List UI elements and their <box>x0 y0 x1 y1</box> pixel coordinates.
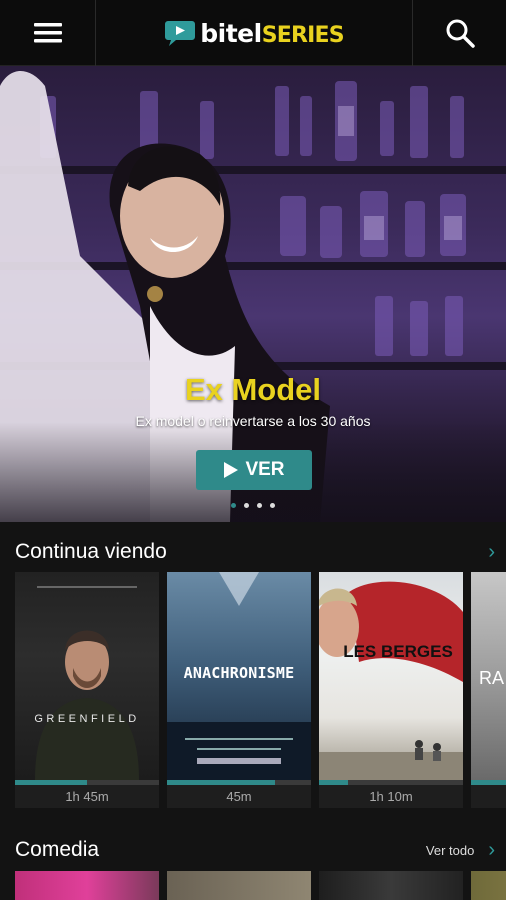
content-card[interactable]: GREENFIELD 1h 45m <box>15 572 159 808</box>
carousel-dot[interactable] <box>270 503 275 508</box>
carousel-dot[interactable] <box>244 503 249 508</box>
comedia-row <box>15 871 506 900</box>
duration-label: 45m <box>167 785 311 808</box>
comedia-header: Comedia Ver todo › <box>15 835 495 865</box>
content-card[interactable]: RA <box>471 572 506 808</box>
watch-button[interactable]: VER <box>196 450 312 490</box>
poster-title: GREENFIELD <box>34 713 140 725</box>
content-card[interactable] <box>471 871 506 900</box>
content-card[interactable]: ANACHRONISME 45m <box>167 572 311 808</box>
chevron-right-icon[interactable]: › <box>488 840 495 860</box>
content-card[interactable]: LES BERGES 1h 10m <box>319 572 463 808</box>
section-controls: Ver todo › <box>426 840 495 860</box>
content-card[interactable] <box>167 871 311 900</box>
section-title: Comedia <box>15 838 100 861</box>
content-card[interactable] <box>15 871 159 900</box>
poster-art <box>35 586 139 780</box>
poster-image: LES BERGES <box>319 572 463 780</box>
play-bubble-icon <box>165 21 196 46</box>
search-icon <box>446 19 475 48</box>
carousel-dot[interactable] <box>257 503 262 508</box>
hero-subtitle: Ex model o reinvertarse a los 30 años <box>135 413 371 429</box>
duration-label <box>471 785 506 808</box>
poster-title: ANACHRONISME <box>183 664 295 682</box>
section-title: Continua viendo <box>15 540 167 563</box>
chevron-right-icon[interactable]: › <box>488 542 495 562</box>
content-card[interactable] <box>319 871 463 900</box>
menu-button[interactable] <box>0 0 96 66</box>
watch-button-label: VER <box>245 459 285 480</box>
search-button[interactable] <box>412 0 506 66</box>
carousel-dot[interactable] <box>231 503 236 508</box>
poster-title: RA <box>479 668 505 688</box>
see-all-link[interactable]: Ver todo <box>426 843 474 858</box>
hero-title: Ex Model <box>184 372 322 407</box>
continue-watching-row: GREENFIELD 1h 45m ANACHRONISME 45m LES B… <box>15 572 506 812</box>
continue-watching-header: Continua viendo › <box>15 537 495 567</box>
app-logo[interactable]: bitelSERIES <box>96 0 412 66</box>
poster-art <box>319 581 463 780</box>
play-icon <box>224 462 239 478</box>
top-bar: bitelSERIES <box>0 0 506 66</box>
carousel-dots <box>0 503 506 508</box>
duration-label: 1h 45m <box>15 785 159 808</box>
section-controls: › <box>488 542 495 562</box>
poster-image: GREENFIELD <box>15 572 159 780</box>
poster-image: ANACHRONISME <box>167 572 311 780</box>
poster-image: RA <box>471 572 506 780</box>
hamburger-icon <box>33 23 62 43</box>
poster-title: LES BERGES <box>343 642 453 661</box>
hero-banner[interactable]: Ex Model Ex model o reinvertarse a los 3… <box>0 66 506 522</box>
duration-label: 1h 10m <box>319 785 463 808</box>
logo-text: bitelSERIES <box>200 18 344 48</box>
